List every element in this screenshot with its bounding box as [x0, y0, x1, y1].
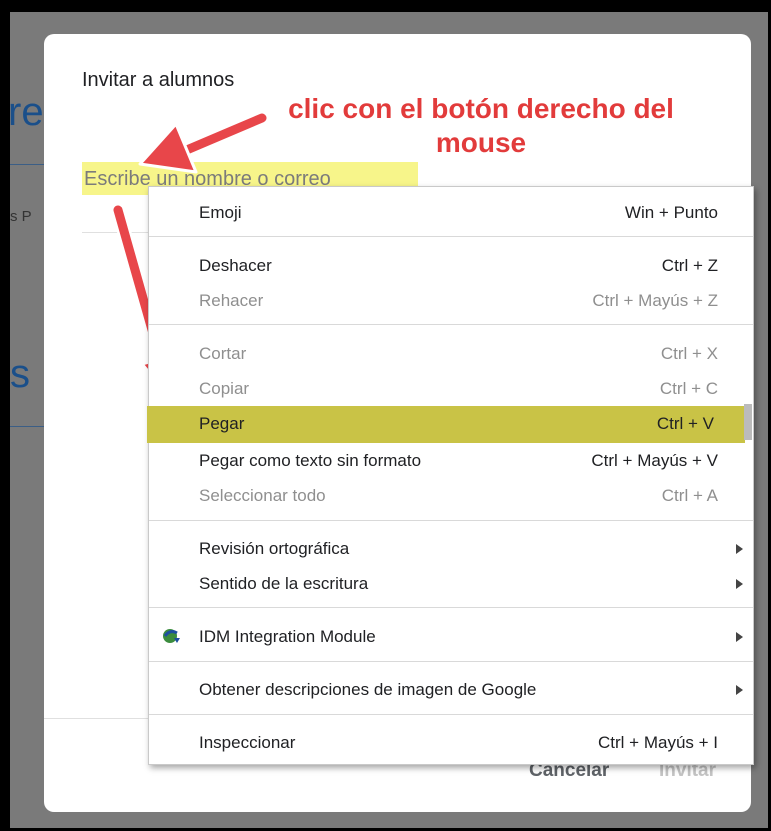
menu-item-copy[interactable]: Copiar Ctrl + C: [149, 371, 753, 406]
menu-item-writing-direction[interactable]: Sentido de la escritura: [149, 566, 753, 601]
menu-item-label: Copiar: [199, 379, 250, 398]
scrollbar-thumb[interactable]: [744, 404, 752, 440]
menu-item-inspect[interactable]: Inspeccionar Ctrl + Mayús + I: [149, 725, 753, 760]
menu-item-label: Deshacer: [199, 256, 272, 275]
submenu-arrow-icon: [736, 632, 743, 642]
menu-separator: [149, 324, 753, 325]
menu-item-paste[interactable]: Pegar Ctrl + V: [147, 406, 745, 443]
menu-item-shortcut: Ctrl + V: [656, 414, 714, 433]
menu-item-shortcut: Ctrl + A: [661, 486, 718, 505]
background-heading-fragment: re: [10, 90, 44, 134]
menu-item-shortcut: Ctrl + Z: [661, 256, 718, 275]
background-section-fragment: s: [10, 352, 30, 396]
menu-separator: [149, 714, 753, 715]
menu-item-idm[interactable]: IDM Integration Module: [149, 619, 753, 654]
background-divider: [10, 426, 44, 427]
menu-item-label: Inspeccionar: [199, 733, 296, 752]
menu-item-shortcut: Ctrl + X: [660, 344, 718, 363]
submenu-arrow-icon: [736, 544, 743, 554]
menu-item-label: Rehacer: [199, 291, 264, 310]
context-menu: Emoji Win + Punto Deshacer Ctrl + Z Reha…: [147, 186, 754, 765]
idm-icon: [163, 629, 180, 643]
menu-separator: [149, 661, 753, 662]
submenu-arrow-icon: [736, 685, 743, 695]
menu-item-emoji[interactable]: Emoji Win + Punto: [149, 195, 753, 230]
background-label-fragment: s P: [10, 208, 32, 225]
background-divider: [10, 164, 44, 165]
dialog-title: Invitar a alumnos: [82, 69, 235, 91]
annotation-text: clic con el botón derecho del mouse: [266, 92, 696, 160]
menu-item-google-image-descriptions[interactable]: Obtener descripciones de imagen de Googl…: [149, 672, 753, 707]
menu-item-label: Revisión ortográfica: [199, 539, 350, 558]
menu-item-label: Sentido de la escritura: [199, 574, 369, 593]
menu-item-label: Pegar como texto sin formato: [199, 451, 422, 470]
submenu-arrow-icon: [736, 579, 743, 589]
menu-item-spellcheck[interactable]: Revisión ortográfica: [149, 531, 753, 566]
menu-item-shortcut: Ctrl + Mayús + V: [591, 451, 718, 470]
annotation-line-2: mouse: [435, 127, 527, 158]
menu-item-cut[interactable]: Cortar Ctrl + X: [149, 336, 753, 371]
menu-item-label: IDM Integration Module: [199, 627, 376, 646]
annotation-line-1: clic con el botón derecho del: [288, 93, 674, 124]
menu-item-shortcut: Ctrl + Mayús + Z: [592, 291, 718, 310]
menu-item-label: Pegar: [199, 414, 245, 433]
menu-item-select-all[interactable]: Seleccionar todo Ctrl + A: [149, 478, 753, 513]
menu-item-label: Cortar: [199, 344, 247, 363]
menu-item-redo[interactable]: Rehacer Ctrl + Mayús + Z: [149, 283, 753, 318]
menu-item-paste-plain-text[interactable]: Pegar como texto sin formato Ctrl + Mayú…: [149, 443, 753, 478]
menu-item-shortcut: Ctrl + C: [659, 379, 718, 398]
menu-item-shortcut: Ctrl + Mayús + I: [598, 733, 718, 752]
menu-item-label: Emoji: [199, 203, 242, 222]
menu-separator: [149, 236, 753, 237]
menu-separator: [149, 520, 753, 521]
menu-separator: [149, 607, 753, 608]
menu-item-label: Seleccionar todo: [199, 486, 326, 505]
menu-item-label: Obtener descripciones de imagen de Googl…: [199, 680, 537, 699]
menu-item-undo[interactable]: Deshacer Ctrl + Z: [149, 248, 753, 283]
menu-item-shortcut: Win + Punto: [624, 203, 718, 222]
